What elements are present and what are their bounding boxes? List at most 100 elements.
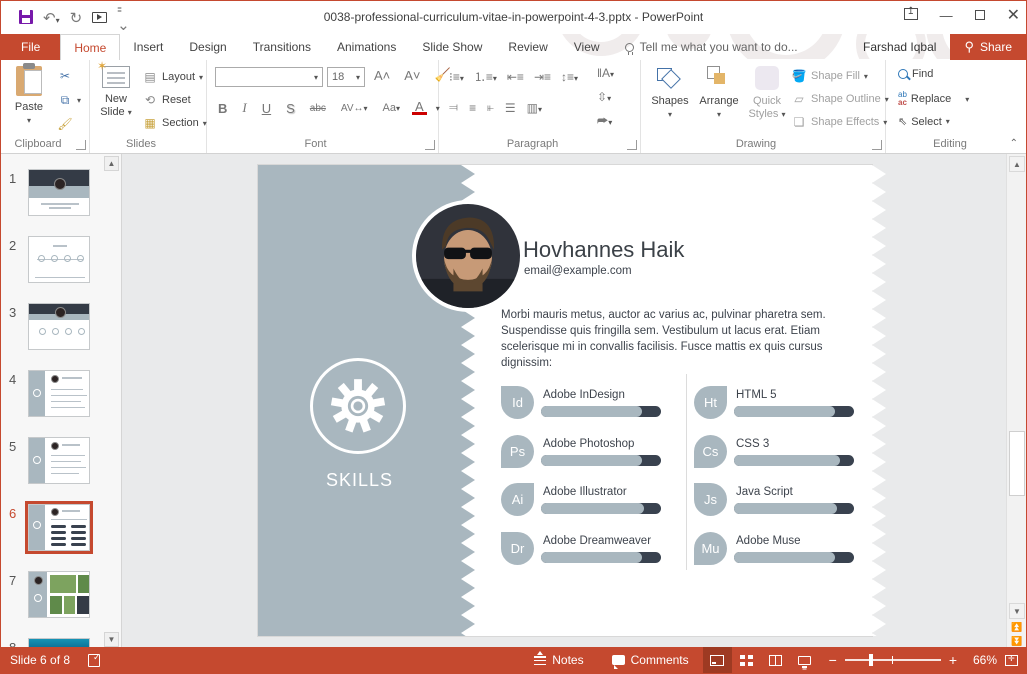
find-button[interactable]: Find xyxy=(898,68,933,80)
save-icon[interactable] xyxy=(19,10,33,27)
scroll-up-icon[interactable]: ▲ xyxy=(1009,156,1025,172)
columns-icon[interactable]: ▥▾ xyxy=(527,101,542,115)
quick-styles-button[interactable]: Quick Styles ▾ xyxy=(745,66,789,120)
text-direction-icon[interactable]: ‖A▾ xyxy=(597,66,614,80)
convert-smartart-icon[interactable]: ⮫▾ xyxy=(597,114,612,129)
tab-home[interactable]: Home xyxy=(60,34,120,60)
zoom-slider[interactable] xyxy=(845,659,941,661)
numbering-icon[interactable]: ⒈≡▾ xyxy=(474,68,497,85)
bold-button[interactable]: B xyxy=(215,101,230,116)
thumb-scroll-down-icon[interactable]: ▼ xyxy=(104,632,119,647)
text-shadow-button[interactable]: S xyxy=(283,101,298,116)
skill-item[interactable]: Js Java Script xyxy=(694,481,864,530)
underline-button[interactable]: U xyxy=(259,101,274,116)
collapse-ribbon-icon[interactable]: ⌃ xyxy=(1010,138,1018,149)
skill-item[interactable]: Ai Adobe Illustrator xyxy=(501,481,671,530)
tab-slide-show[interactable]: Slide Show xyxy=(409,34,495,60)
format-painter-button[interactable]: 🖌 xyxy=(57,116,73,132)
share-button[interactable]: ⚲ Share xyxy=(950,34,1026,60)
notes-button[interactable]: Notes xyxy=(520,647,597,673)
close-icon[interactable]: ✕ xyxy=(1007,5,1020,25)
font-dialog-launcher[interactable] xyxy=(425,140,435,150)
align-left-icon[interactable]: ⫤ xyxy=(449,100,458,115)
strikethrough-button[interactable]: abc xyxy=(307,103,329,114)
main-scrollbar[interactable]: ▲ ▼ ⏫ ⏬ xyxy=(1006,154,1026,649)
person-name[interactable]: Hovhannes Haik xyxy=(523,237,684,263)
zoom-level[interactable]: 66% xyxy=(967,653,997,667)
tab-review[interactable]: Review xyxy=(495,34,560,60)
paste-button[interactable]: Paste▾ xyxy=(7,66,51,126)
font-name-combo[interactable]: ▾ xyxy=(215,67,323,87)
normal-view-button[interactable] xyxy=(703,647,732,673)
reset-button[interactable]: ⟲Reset xyxy=(142,92,191,108)
maximize-icon[interactable] xyxy=(975,8,985,23)
decrease-indent-icon[interactable]: ⇤≡ xyxy=(507,70,524,84)
thumbnail-scrollbar[interactable]: ▲ ▼ xyxy=(102,154,119,649)
bullets-icon[interactable]: ⁝≡▾ xyxy=(449,70,464,84)
person-email[interactable]: email@example.com xyxy=(524,265,632,277)
change-case-button[interactable]: Aa▾ xyxy=(380,102,403,114)
tab-animations[interactable]: Animations xyxy=(324,34,409,60)
scroll-down-icon[interactable]: ▼ xyxy=(1009,603,1025,619)
copy-button[interactable]: ⧉▾ xyxy=(57,92,81,108)
skill-item[interactable]: Cs CSS 3 xyxy=(694,433,864,482)
scrollbar-thumb[interactable] xyxy=(1009,431,1025,496)
undo-icon[interactable]: ↶▾ xyxy=(43,11,60,26)
justify-icon[interactable]: ☰ xyxy=(505,101,516,115)
align-text-icon[interactable]: ⇳▾ xyxy=(597,90,611,104)
skills-heading[interactable]: SKILLS xyxy=(258,470,461,491)
replace-button[interactable]: abacReplace▾ xyxy=(898,91,969,107)
font-size-combo[interactable]: 18▾ xyxy=(327,67,365,87)
proofing-icon[interactable] xyxy=(88,654,100,667)
font-color-button[interactable]: A xyxy=(412,101,427,116)
slide-canvas[interactable]: Hovhannes Haik email@example.com Morbi m… xyxy=(123,154,1006,649)
drawing-dialog-launcher[interactable] xyxy=(872,140,882,150)
shape-effects-button[interactable]: ❏Shape Effects▾ xyxy=(791,114,887,130)
shape-outline-button[interactable]: ▱Shape Outline▾ xyxy=(791,91,889,107)
tab-insert[interactable]: Insert xyxy=(120,34,176,60)
paragraph-dialog-launcher[interactable] xyxy=(627,140,637,150)
tab-transitions[interactable]: Transitions xyxy=(240,34,324,60)
character-spacing-button[interactable]: AV↔▾ xyxy=(338,103,371,114)
zoom-in-icon[interactable]: + xyxy=(949,652,957,668)
skill-item[interactable]: Ps Adobe Photoshop xyxy=(501,433,671,482)
align-center-icon[interactable]: ≡ xyxy=(469,101,476,115)
clipboard-dialog-launcher[interactable] xyxy=(76,140,86,150)
tell-me-box[interactable]: Tell me what you want to do... xyxy=(613,34,810,60)
grow-font-button[interactable]: A˄ xyxy=(371,68,393,83)
line-spacing-icon[interactable]: ↕≡▾ xyxy=(561,70,578,84)
intro-paragraph[interactable]: Morbi mauris metus, auctor ac varius ac,… xyxy=(501,308,869,371)
profile-photo[interactable] xyxy=(416,204,520,308)
tab-file[interactable]: File xyxy=(1,34,60,60)
new-slide-button[interactable]: New Slide ▾ xyxy=(94,66,138,118)
shrink-font-button[interactable]: A˅ xyxy=(401,68,423,83)
fit-slide-to-window-icon[interactable] xyxy=(1005,655,1018,666)
customize-qat-icon[interactable]: ⹀⌄ xyxy=(117,3,129,33)
slide-sorter-view-button[interactable] xyxy=(732,647,761,673)
align-right-icon[interactable]: ⫦ xyxy=(487,100,494,115)
zoom-out-icon[interactable]: − xyxy=(829,652,837,668)
cut-button[interactable]: ✂ xyxy=(57,68,73,84)
skill-item[interactable]: Id Adobe InDesign xyxy=(501,384,671,433)
thumb-scroll-up-icon[interactable]: ▲ xyxy=(104,156,119,171)
skill-item[interactable]: Ht HTML 5 xyxy=(694,384,864,433)
italic-button[interactable]: I xyxy=(239,100,249,116)
user-name[interactable]: Farshad Iqbal xyxy=(849,40,950,54)
skill-item[interactable]: Dr Adobe Dreamweaver xyxy=(501,530,671,579)
arrange-button[interactable]: Arrange▾ xyxy=(695,66,743,120)
start-slideshow-icon[interactable] xyxy=(92,11,107,26)
increase-indent-icon[interactable]: ⇥≡ xyxy=(534,70,551,84)
shapes-button[interactable]: Shapes▾ xyxy=(647,66,693,120)
shape-fill-button[interactable]: 🪣Shape Fill▾ xyxy=(791,68,868,84)
comments-button[interactable]: Comments xyxy=(598,647,703,673)
slideshow-view-button[interactable] xyxy=(790,647,819,673)
reading-view-button[interactable] xyxy=(761,647,790,673)
section-button[interactable]: ▦Section▾ xyxy=(142,115,207,131)
tab-design[interactable]: Design xyxy=(176,34,239,60)
layout-button[interactable]: ▤Layout▾ xyxy=(142,69,203,85)
slide-indicator[interactable]: Slide 6 of 8 xyxy=(10,653,70,667)
ribbon-display-options-icon[interactable] xyxy=(904,8,918,23)
select-button[interactable]: ⇖Select▾ xyxy=(898,115,950,128)
redo-icon[interactable]: ↻ xyxy=(70,11,83,26)
slide-6[interactable]: Hovhannes Haik email@example.com Morbi m… xyxy=(258,165,886,636)
